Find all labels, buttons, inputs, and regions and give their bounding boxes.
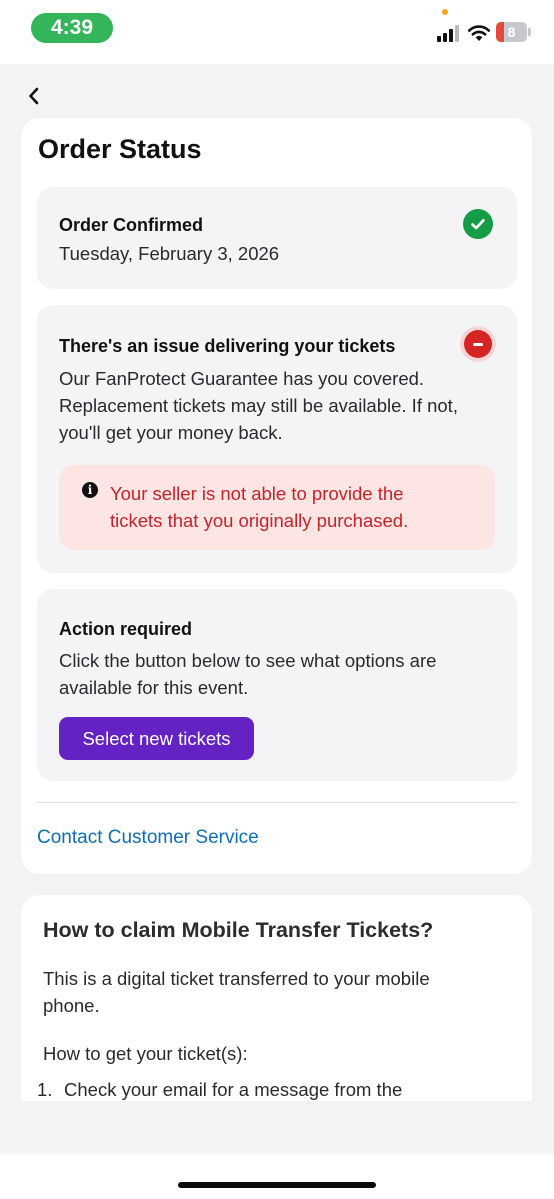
info-icon: i <box>82 482 98 498</box>
check-circle-icon <box>463 209 493 239</box>
order-confirmed-panel: Order Confirmed Tuesday, February 3, 202… <box>37 187 517 289</box>
delivery-issue-panel: There's an issue delivering your tickets… <box>37 305 517 573</box>
seller-alert-text: Your seller is not able to provide the t… <box>110 480 470 534</box>
back-button[interactable] <box>22 82 46 110</box>
mobile-transfer-howto-card: How to claim Mobile Transfer Tickets? Th… <box>21 895 532 1101</box>
howto-step-number: 1. <box>37 1079 53 1100</box>
privacy-indicator-dot <box>442 9 448 15</box>
seller-alert-line-2: tickets that you originally purchased. <box>110 510 409 531</box>
bottom-safe-area <box>0 1154 554 1199</box>
status-time: 4:39 <box>31 13 113 43</box>
wifi-icon <box>467 25 491 41</box>
order-date: Tuesday, February 3, 2026 <box>59 243 280 264</box>
delivery-issue-line-1: Our FanProtect Guarantee has you covered… <box>59 368 425 389</box>
howto-title: How to claim Mobile Transfer Tickets? <box>43 918 434 942</box>
battery-cap <box>528 28 531 36</box>
minus-circle-icon <box>464 330 492 358</box>
howto-intro-line-1: This is a digital ticket transferred to … <box>43 968 430 989</box>
action-required-line-2: available for this event. <box>59 677 249 698</box>
page-title: Order Status <box>38 134 202 164</box>
battery-icon: 8 <box>496 22 527 42</box>
delivery-issue-line-3: you'll get your money back. <box>59 422 283 443</box>
chevron-left-icon <box>29 87 39 105</box>
divider <box>37 802 517 803</box>
select-new-tickets-button[interactable]: Select new tickets <box>59 717 254 760</box>
action-required-line-1: Click the button below to see what optio… <box>59 650 437 671</box>
order-confirmed-heading: Order Confirmed <box>59 215 204 235</box>
seller-alert-line-1: Your seller is not able to provide the <box>110 483 404 504</box>
howto-intro: This is a digital ticket transferred to … <box>43 965 503 1019</box>
order-status-card: Order Status Order Confirmed Tuesday, Fe… <box>21 118 532 874</box>
contact-customer-service-link[interactable]: Contact Customer Service <box>37 827 259 849</box>
howto-intro-line-2: phone. <box>43 995 100 1016</box>
howto-step-text: Check your email for a message from the <box>64 1079 403 1100</box>
delivery-issue-line-2: Replacement tickets may still be availab… <box>59 395 458 416</box>
delivery-issue-body: Our FanProtect Guarantee has you covered… <box>59 365 458 446</box>
action-required-panel: Action required Click the button below t… <box>37 589 517 781</box>
home-indicator[interactable] <box>178 1182 376 1188</box>
cellular-signal-icon <box>437 24 461 42</box>
seller-alert: i Your seller is not able to provide the… <box>59 465 495 550</box>
battery-level: 8 <box>507 24 516 40</box>
delivery-issue-heading: There's an issue delivering your tickets <box>59 336 396 356</box>
howto-subheading: How to get your ticket(s): <box>43 1043 248 1064</box>
howto-step: 1. Check your email for a message from t… <box>37 1076 517 1101</box>
status-bar: 4:39 8 <box>0 0 554 64</box>
action-required-body: Click the button below to see what optio… <box>59 647 436 701</box>
action-required-heading: Action required <box>59 619 193 639</box>
